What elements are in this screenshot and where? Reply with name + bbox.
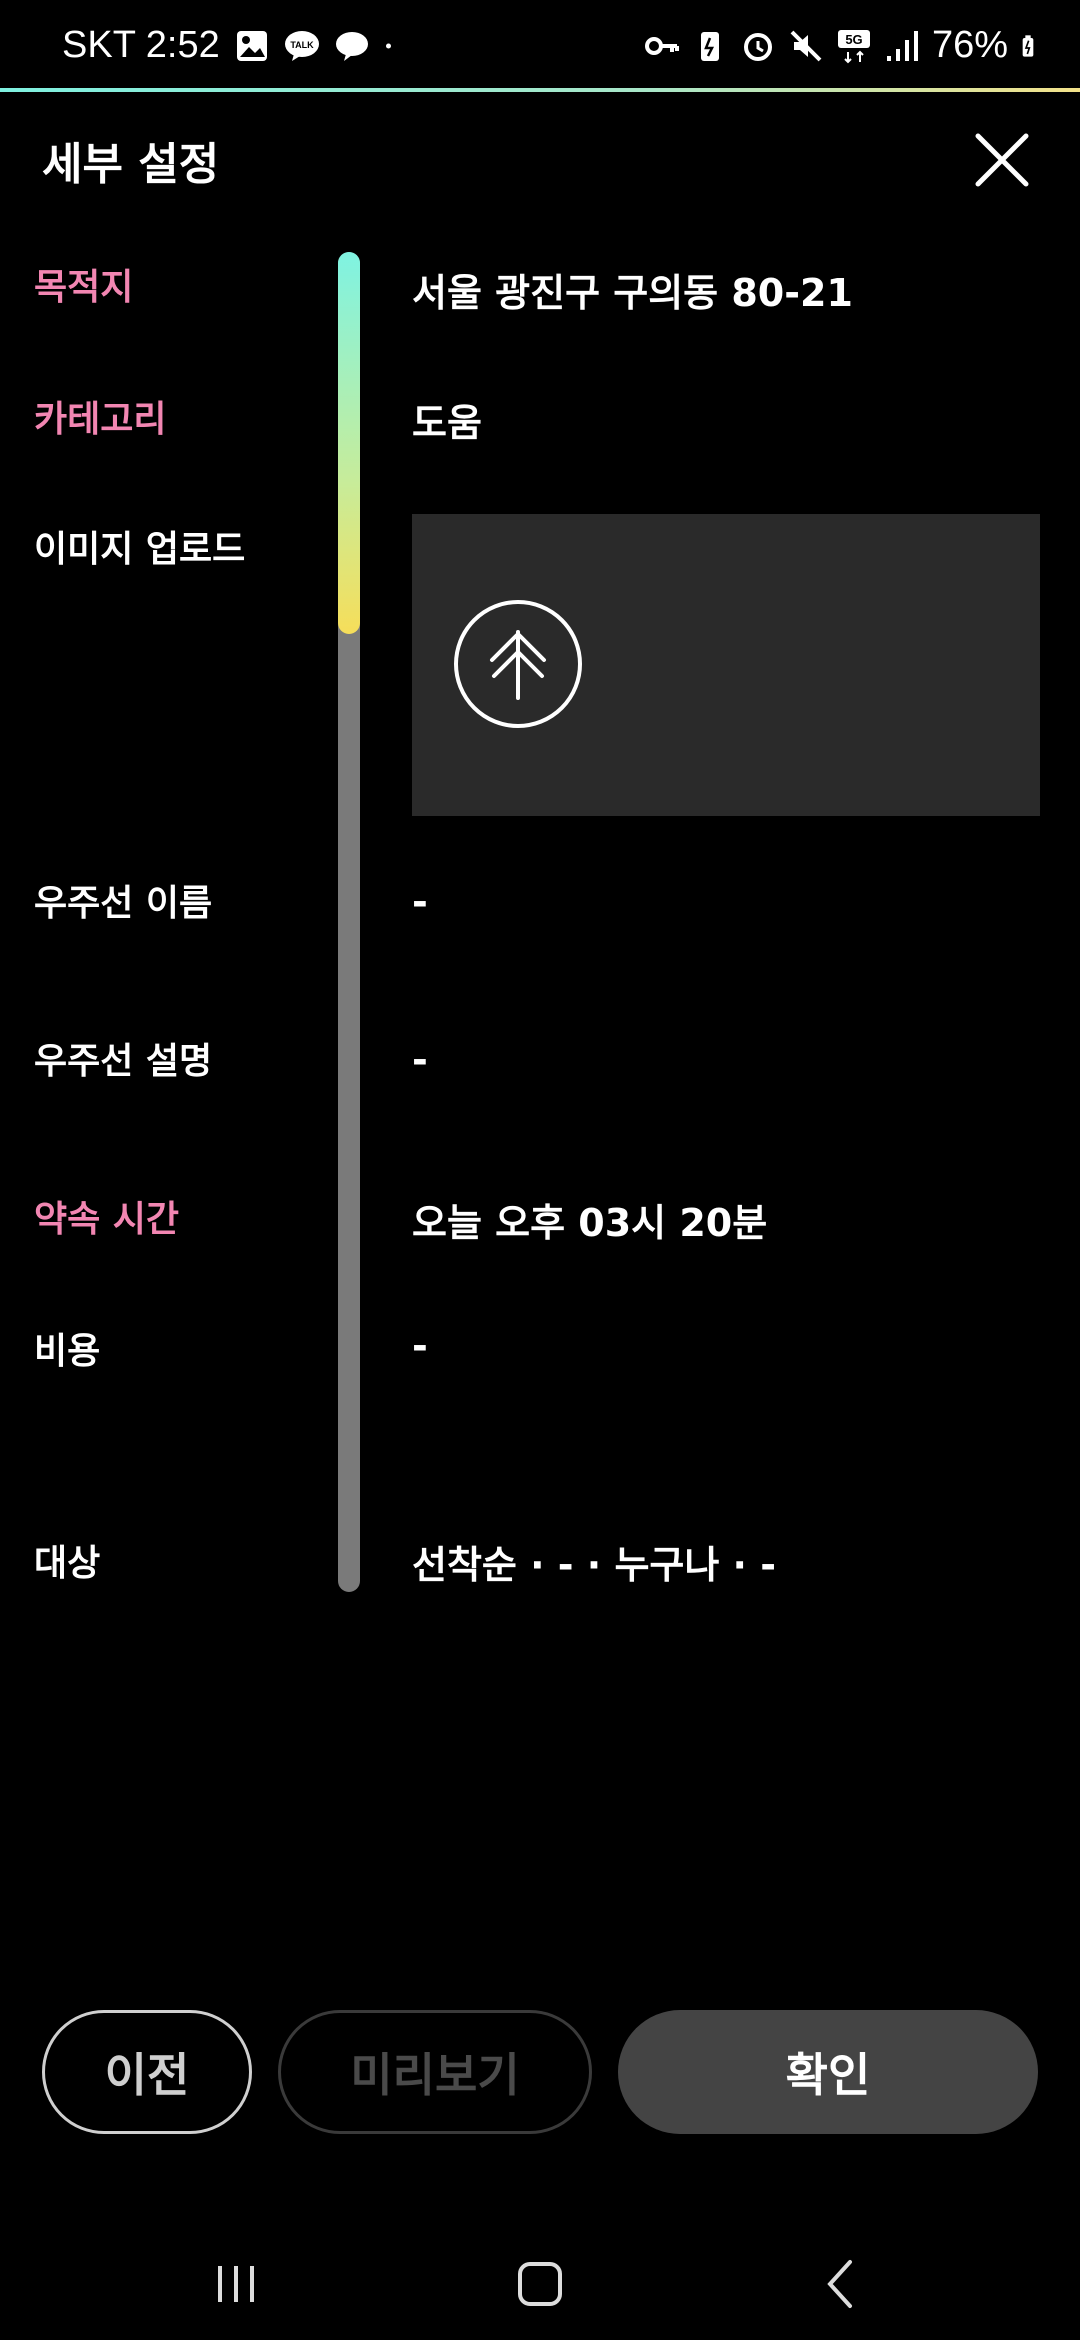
confirm-button[interactable]: 확인 xyxy=(618,2010,1038,2134)
page-title: 세부 설정 xyxy=(42,139,220,190)
preview-button[interactable]: 미리보기 xyxy=(278,2010,592,2134)
ship-description-value: - xyxy=(412,1038,428,1082)
close-icon[interactable] xyxy=(970,128,1034,192)
destination-label: 목적지 xyxy=(34,267,134,308)
status-right: 5G 76% xyxy=(644,24,1044,67)
5g-icon: 5G xyxy=(837,29,870,63)
meeting-time-value: 오늘 오후 03시 20분 xyxy=(412,1201,768,1245)
chat-bubble-icon xyxy=(335,31,368,61)
prev-button[interactable]: 이전 xyxy=(42,2010,252,2134)
ship-name-value: - xyxy=(412,880,428,924)
progress-fill xyxy=(338,252,360,634)
mute-icon xyxy=(790,30,822,61)
alarm-icon xyxy=(743,32,772,61)
cost-label: 비용 xyxy=(34,1331,101,1372)
back-icon[interactable] xyxy=(800,2244,880,2324)
carrier-time: SKT 2:52 xyxy=(62,24,220,66)
system-nav-bar xyxy=(0,2230,1080,2340)
battery-saver-icon xyxy=(700,31,719,61)
kakao-talk-icon: TALK xyxy=(284,30,319,61)
key-icon xyxy=(644,36,679,55)
target-value: 선착순 · - · 누구나 · - xyxy=(412,1543,776,1587)
home-icon[interactable] xyxy=(500,2244,580,2324)
recent-apps-icon[interactable] xyxy=(196,2244,276,2324)
image-upload-area[interactable] xyxy=(412,514,1040,816)
ship-description-label: 우주선 설명 xyxy=(34,1041,213,1082)
dot-icon xyxy=(385,43,391,48)
meeting-time-label: 약속 시간 xyxy=(34,1199,180,1240)
upload-arrow-icon[interactable] xyxy=(452,598,584,730)
category-label: 카테고리 xyxy=(34,399,167,440)
status-divider xyxy=(0,88,1080,92)
svg-text:TALK: TALK xyxy=(290,40,314,50)
status-bar: SKT 2:52 TALK 5G 76% xyxy=(0,0,1080,90)
target-label: 대상 xyxy=(34,1543,101,1584)
image-upload-label: 이미지 업로드 xyxy=(34,529,246,570)
battery-percent: 76% xyxy=(931,24,1008,66)
destination-value: 서울 광진구 구의동 80-21 xyxy=(412,271,853,315)
ship-name-label: 우주선 이름 xyxy=(34,883,213,924)
svg-text:5G: 5G xyxy=(845,32,862,47)
category-value: 도움 xyxy=(412,401,482,445)
status-left: SKT 2:52 TALK xyxy=(62,24,402,67)
battery-icon xyxy=(1022,34,1034,57)
gallery-icon xyxy=(236,30,267,61)
signal-icon xyxy=(886,30,918,61)
cost-value: - xyxy=(412,1324,428,1368)
